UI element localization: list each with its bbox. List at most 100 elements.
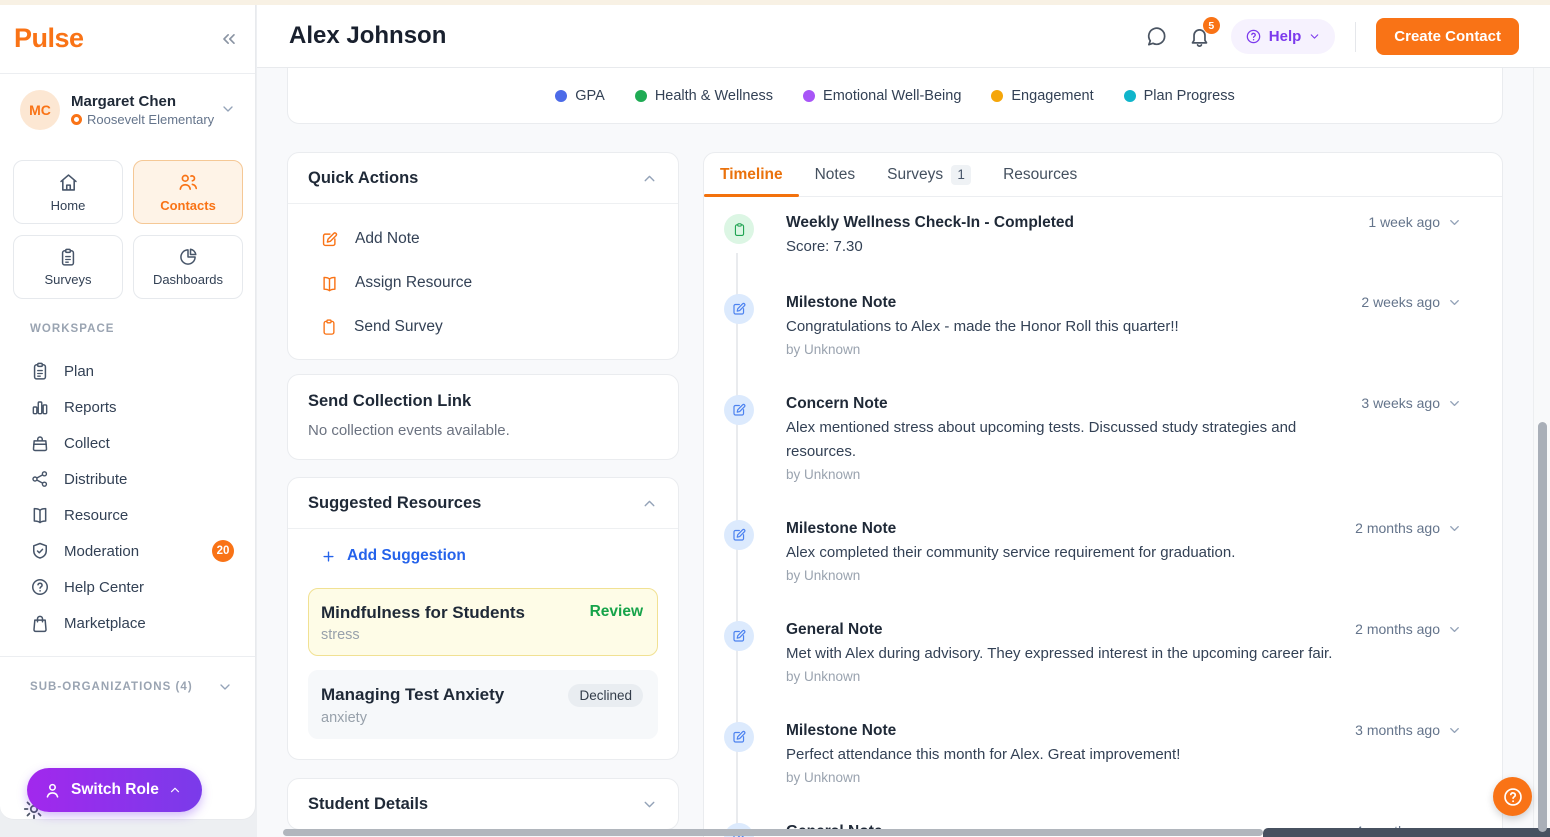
org-dot-icon [71,114,82,125]
create-contact-button[interactable]: Create Contact [1376,18,1519,55]
chevron-down-icon[interactable] [1447,396,1462,411]
timeline-item-author: by Unknown [786,667,1339,687]
workspace-heading: WORKSPACE [30,323,115,335]
app-logo: Pulse [14,23,84,54]
collection-link-empty-text: No collection events available. [308,422,658,439]
dashboards-icon [178,247,198,267]
suggested-resource-item[interactable]: Mindfulness for Students Review stress [308,588,658,656]
timeline-item: Concern Note Alex mentioned stress about… [722,392,1462,485]
chevron-down-icon[interactable] [1447,295,1462,310]
timeline-item-author: by Unknown [786,768,1339,788]
send-survey-action[interactable]: Send Survey [320,312,658,342]
legend-dot [991,90,1003,102]
timeline-item-timestamp: 3 weeks ago [1361,395,1440,411]
sidebar-item-resource[interactable]: Resource [0,497,256,533]
horizontal-scrollbar-thumb[interactable] [283,829,1263,836]
chevron-down-icon [1308,30,1321,43]
sidebar-item-moderation[interactable]: Moderation20 [0,533,256,569]
shopping-bag-icon [30,613,50,633]
timeline-list: Weekly Wellness Check-In - Completed Sco… [704,197,1502,837]
tab[interactable]: Notes [799,153,872,196]
chat-icon[interactable] [1145,25,1168,48]
sidebar-item-reports[interactable]: Reports [0,389,256,425]
help-button[interactable]: Help [1231,19,1336,54]
timeline-item-author: by Unknown [786,566,1339,586]
send-collection-link-card: Send Collection Link No collection event… [287,374,679,460]
sidebar-item-help-center[interactable]: Help Center [0,569,256,605]
legend-dot [555,90,567,102]
vertical-scrollbar-thumb[interactable] [1538,422,1547,832]
resource-tag: stress [321,627,643,643]
legend-item-health-wellness: Health & Wellness [635,88,773,104]
pencil-square-icon [320,230,339,249]
sidebar-item-distribute[interactable]: Distribute [0,461,256,497]
notifications-bell-icon[interactable]: 5 [1188,25,1211,48]
plus-icon [321,549,336,564]
reports-icon [30,397,50,417]
chevron-down-icon[interactable] [1447,521,1462,536]
resource-title: Managing Test Anxiety [321,684,504,706]
sidebar-item-plan[interactable]: Plan [0,353,256,389]
tab[interactable]: Timeline [704,153,799,196]
chevron-down-icon[interactable] [1447,723,1462,738]
timeline-item-author: by Unknown [786,340,1345,360]
divider [0,73,255,74]
resource-tag: anxiety [321,710,643,726]
timeline-item: General Note Met with Alex during adviso… [722,618,1462,687]
tab-bar: Timeline Notes Surveys 1 Resources [704,153,1502,197]
sub-organizations-toggle[interactable]: SUB-ORGANIZATIONS (4) [30,679,233,695]
sidebar: Pulse MC Margaret Chen Roosevelt Element… [0,5,256,820]
add-note-action[interactable]: Add Note [320,224,658,254]
assign-resource-action[interactable]: Assign Resource [320,268,658,298]
tab[interactable]: Surveys 1 [871,153,987,196]
sidebar-item-marketplace[interactable]: Marketplace [0,605,256,641]
resource-title: Mindfulness for Students [321,602,525,624]
sidebar-item-collect[interactable]: Collect [0,425,256,461]
collapse-chevron-up-icon[interactable] [641,495,658,512]
shield-check-icon [30,541,50,561]
timeline-item: Milestone Note Congratulations to Alex -… [722,291,1462,360]
timeline-item-timestamp: 2 months ago [1355,621,1440,637]
sidebar-tile-home[interactable]: Home [13,160,123,224]
add-suggestion-button[interactable]: Add Suggestion [321,547,678,565]
main-content: GPA Health & Wellness Emotional Well-Bei… [257,68,1550,837]
legend-dot [635,90,647,102]
sub-organizations-heading: SUB-ORGANIZATIONS (4) [30,681,193,693]
sidebar-tile-dashboards[interactable]: Dashboards [133,235,243,299]
switch-role-button[interactable]: Switch Role [27,768,202,812]
chevron-down-icon[interactable] [1447,215,1462,230]
timeline-item-body: Perfect attendance this month for Alex. … [786,743,1339,767]
timeline-item-timestamp: 2 weeks ago [1361,294,1440,310]
timeline-item-timestamp: 1 week ago [1368,214,1440,230]
note-pencil-icon [731,402,747,418]
user-org: Roosevelt Elementary [87,111,214,128]
timeline-item-title: General Note [786,618,1339,642]
tab-count-badge: 1 [951,165,971,185]
nav-tiles: Home Contacts Surveys Dashboards [13,160,243,299]
resource-status-badge[interactable]: Declined [568,684,643,707]
collapse-sidebar-icon[interactable] [219,29,239,49]
user-menu[interactable]: MC Margaret Chen Roosevelt Elementary [20,87,236,133]
collapse-chevron-up-icon[interactable] [641,170,658,187]
timeline-item: Weekly Wellness Check-In - Completed Sco… [722,211,1462,259]
clipboard-icon [320,318,338,336]
expand-chevron-down-icon[interactable] [641,796,658,813]
collect-icon [30,433,50,453]
user-name: Margaret Chen [71,92,214,111]
chevron-down-icon[interactable] [1447,622,1462,637]
quick-actions-card: Quick Actions Add Note Assign Resource S… [287,152,679,360]
plan-icon [30,361,50,381]
student-details-title: Student Details [308,795,428,814]
floating-help-button[interactable] [1493,777,1532,816]
sidebar-tile-surveys[interactable]: Surveys [13,235,123,299]
survey-clipboard-icon [732,222,747,237]
tab[interactable]: Resources [987,153,1093,196]
chart-legend: GPA Health & Wellness Emotional Well-Bei… [287,68,1503,124]
chevron-down-icon [217,679,233,695]
timeline-item-body: Congratulations to Alex - made the Honor… [786,315,1345,339]
suggested-resource-item[interactable]: Managing Test Anxiety Declined anxiety [308,670,658,739]
timeline-item-body: Alex completed their community service r… [786,541,1339,565]
resource-status-badge[interactable]: Review [590,603,643,621]
legend-item-engagement: Engagement [991,88,1093,104]
sidebar-tile-contacts[interactable]: Contacts [133,160,243,224]
